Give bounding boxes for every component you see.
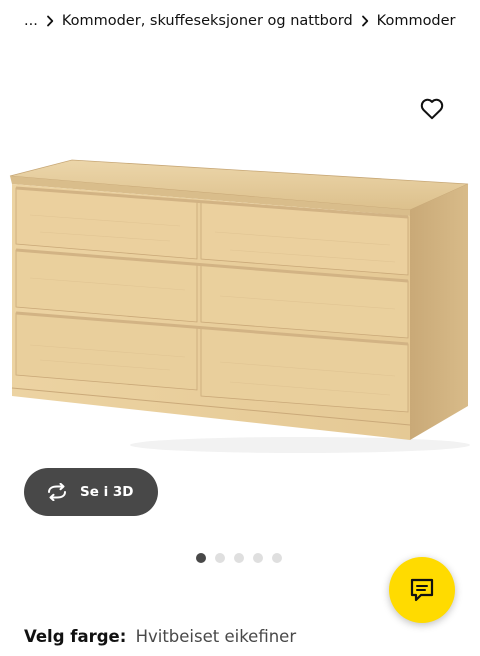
- carousel-dot-2[interactable]: [215, 553, 225, 563]
- color-selector-value: Hvitbeiset eikefiner: [135, 627, 297, 646]
- color-selector-label: Velg farge:: [24, 627, 127, 646]
- chevron-right-icon: [42, 15, 58, 27]
- breadcrumb-ellipsis[interactable]: ...: [24, 13, 38, 29]
- breadcrumb-item-kommoder-skuffeseksjoner-nattbord[interactable]: Kommoder, skuffeseksjoner og nattbord: [62, 13, 353, 29]
- chat-bubble-icon: [410, 578, 434, 602]
- carousel-dot-3[interactable]: [234, 553, 244, 563]
- color-selector[interactable]: Velg farge: Hvitbeiset eikefiner: [24, 627, 296, 646]
- view-in-3d-label: Se i 3D: [80, 484, 134, 500]
- chat-button[interactable]: [389, 557, 455, 623]
- rotate-arrows-icon: [44, 482, 70, 502]
- heart-outline-icon: [420, 98, 444, 120]
- dresser-illustration: [9, 159, 470, 453]
- product-image[interactable]: [0, 140, 480, 470]
- image-carousel-dots: [196, 553, 282, 563]
- view-in-3d-button[interactable]: Se i 3D: [24, 468, 158, 516]
- favourite-button[interactable]: [418, 96, 446, 122]
- carousel-dot-4[interactable]: [253, 553, 263, 563]
- carousel-dot-1[interactable]: [196, 553, 206, 563]
- chevron-right-icon: [357, 15, 373, 27]
- breadcrumb-item-kommoder[interactable]: Kommoder: [377, 13, 456, 29]
- breadcrumb: ... Kommoder, skuffeseksjoner og nattbor…: [24, 10, 472, 32]
- carousel-dot-5[interactable]: [272, 553, 282, 563]
